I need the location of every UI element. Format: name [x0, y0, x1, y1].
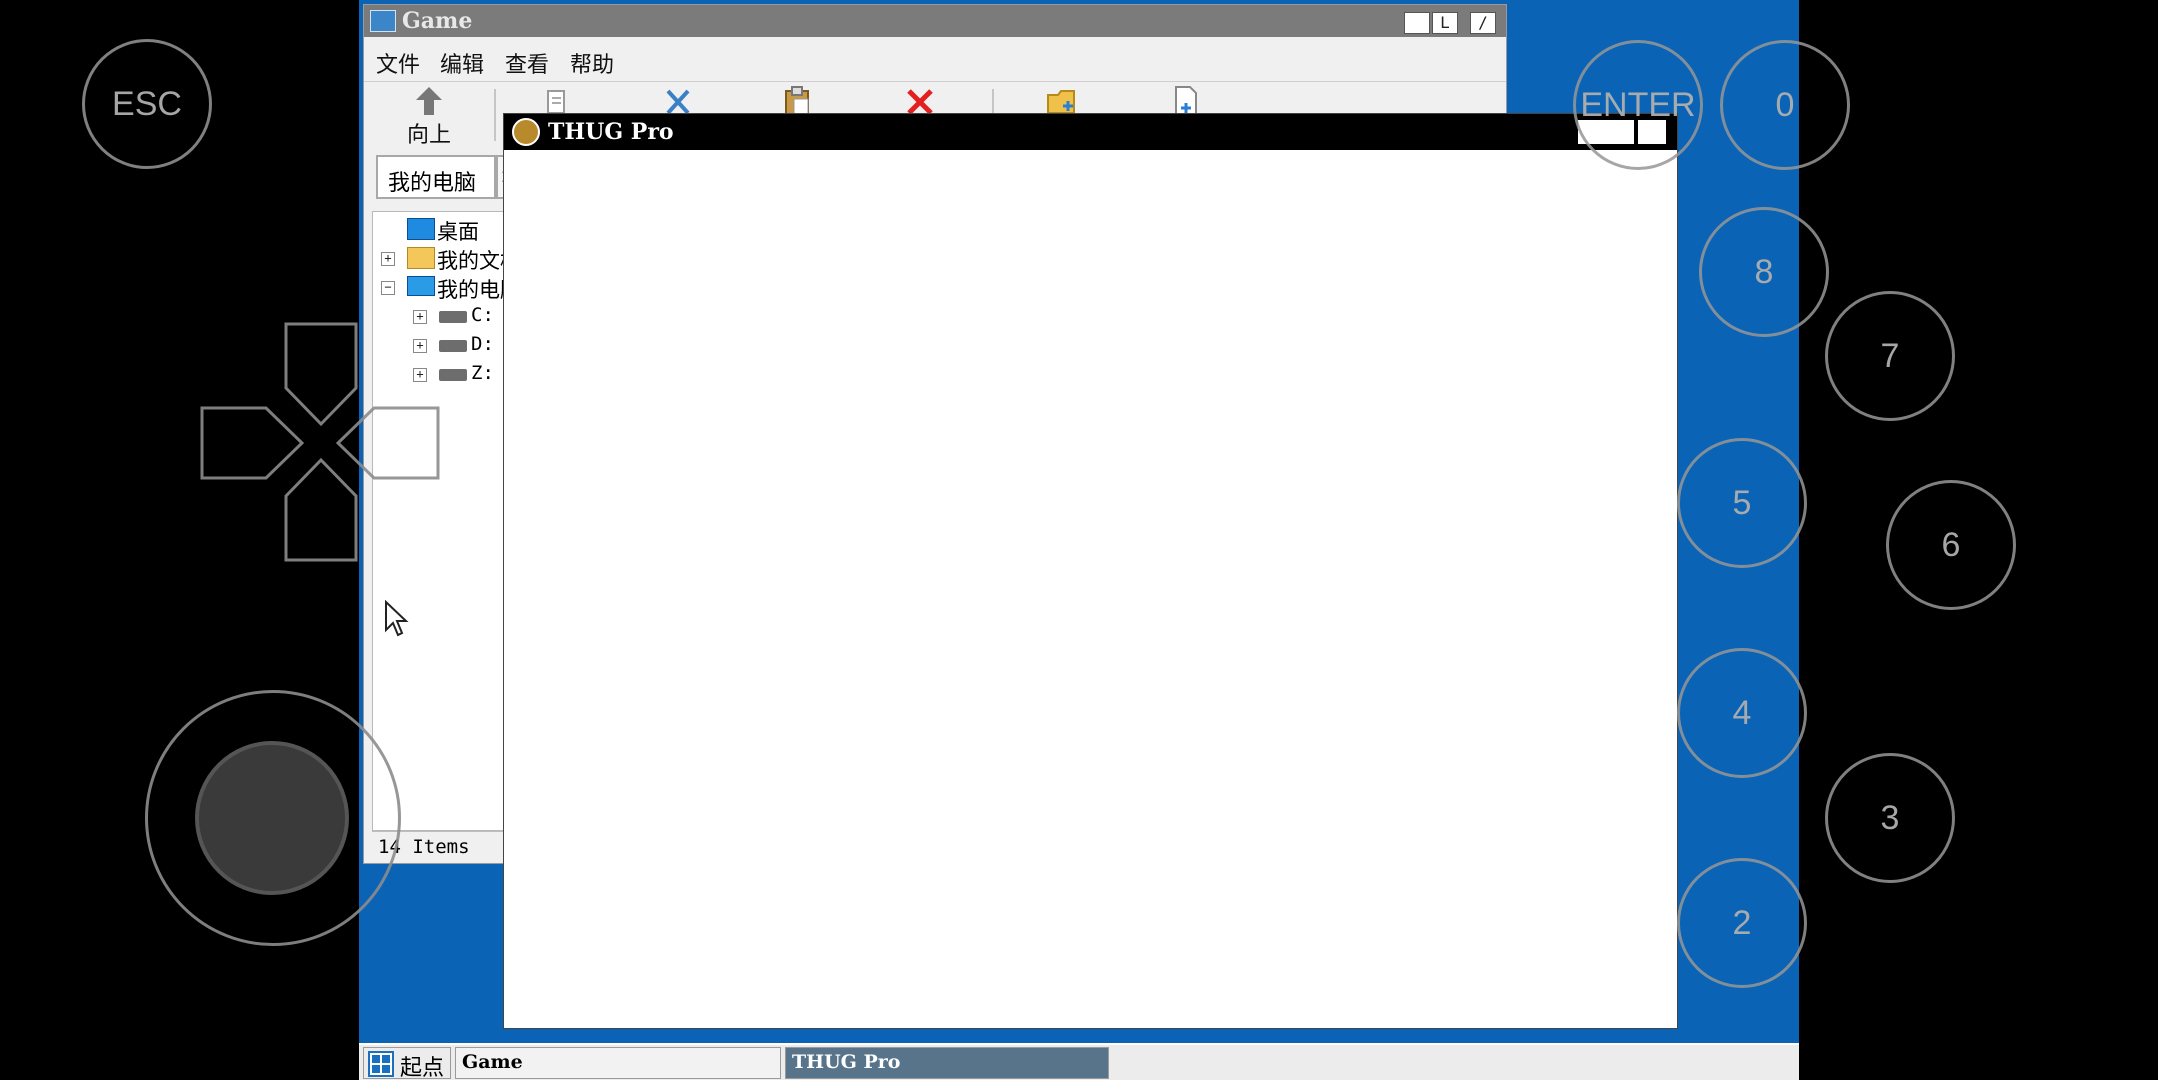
maximize-button[interactable]: L — [1432, 12, 1458, 34]
menu-view[interactable]: 查看 — [505, 47, 549, 79]
explorer-window-icon — [370, 10, 396, 32]
close-button[interactable]: / — [1470, 12, 1496, 34]
drive-icon — [439, 311, 467, 323]
desktop-icon — [407, 218, 435, 240]
dpad-up[interactable] — [284, 322, 358, 427]
computer-icon — [407, 276, 435, 296]
key-4-button[interactable]: 4 — [1677, 648, 1807, 778]
expand-icon[interactable]: + — [381, 252, 395, 266]
dpad-down[interactable] — [284, 457, 358, 562]
esc-button[interactable]: ESC — [82, 39, 212, 169]
thug-pro-window[interactable]: THUG Pro — [503, 113, 1678, 1029]
key-7-button[interactable]: 7 — [1825, 291, 1955, 421]
taskbar-item-game[interactable]: Game — [455, 1047, 781, 1079]
thug-pro-title: THUG Pro — [548, 119, 674, 145]
tree-label-drive-c: C: — [471, 304, 494, 326]
key-3-button[interactable]: 3 — [1825, 753, 1955, 883]
explorer-title-bar[interactable]: Game L / — [364, 5, 1506, 37]
drive-icon — [439, 369, 467, 381]
explorer-title: Game — [402, 8, 473, 34]
drive-icon — [439, 340, 467, 352]
collapse-icon[interactable]: − — [381, 281, 395, 295]
up-arrow-icon — [416, 87, 442, 115]
enter-button[interactable]: ENTER — [1573, 40, 1703, 170]
menu-bar: 文件 编辑 查看 帮助 — [364, 39, 1506, 79]
dpad-icon[interactable] — [200, 322, 440, 562]
toolbar-separator — [494, 89, 496, 141]
taskbar-item-thug-pro[interactable]: THUG Pro — [785, 1047, 1109, 1079]
menu-file[interactable]: 文件 — [376, 47, 420, 79]
menu-edit[interactable]: 编辑 — [440, 47, 484, 79]
tree-label-drive-z: Z: — [471, 362, 494, 384]
key-8-button[interactable]: 8 — [1699, 207, 1829, 337]
tree-label-desktop: 桌面 — [437, 220, 479, 244]
joystick-thumb[interactable] — [195, 741, 349, 895]
start-button[interactable]: 起点 — [363, 1047, 451, 1080]
up-button-label: 向上 — [406, 123, 451, 148]
emulated-desktop: Game L / 文件 编辑 查看 帮助 向上 我的电脑 桌面 + 我的文档 −… — [359, 0, 1799, 1080]
key-0-button[interactable]: 0 — [1720, 40, 1850, 170]
minimize-button[interactable] — [1404, 12, 1430, 34]
address-bar[interactable]: 我的电脑 — [376, 155, 496, 199]
mouse-cursor-icon — [385, 600, 409, 637]
documents-folder-icon — [407, 247, 435, 269]
thug-pro-logo-icon — [512, 118, 540, 146]
up-button[interactable]: 向上 — [390, 85, 468, 148]
menu-help[interactable]: 帮助 — [570, 47, 614, 79]
dpad-right[interactable] — [335, 406, 440, 480]
windows-logo-icon — [368, 1051, 394, 1077]
start-label: 起点 — [400, 1056, 445, 1080]
key-5-button[interactable]: 5 — [1677, 438, 1807, 568]
thug-pro-title-bar[interactable]: THUG Pro — [504, 114, 1677, 150]
taskbar: 起点 Game THUG Pro — [359, 1043, 1799, 1080]
tree-label-drive-d: D: — [471, 333, 494, 355]
dpad-left[interactable] — [200, 406, 305, 480]
key-2-button[interactable]: 2 — [1677, 858, 1807, 988]
key-6-button[interactable]: 6 — [1886, 480, 2016, 610]
